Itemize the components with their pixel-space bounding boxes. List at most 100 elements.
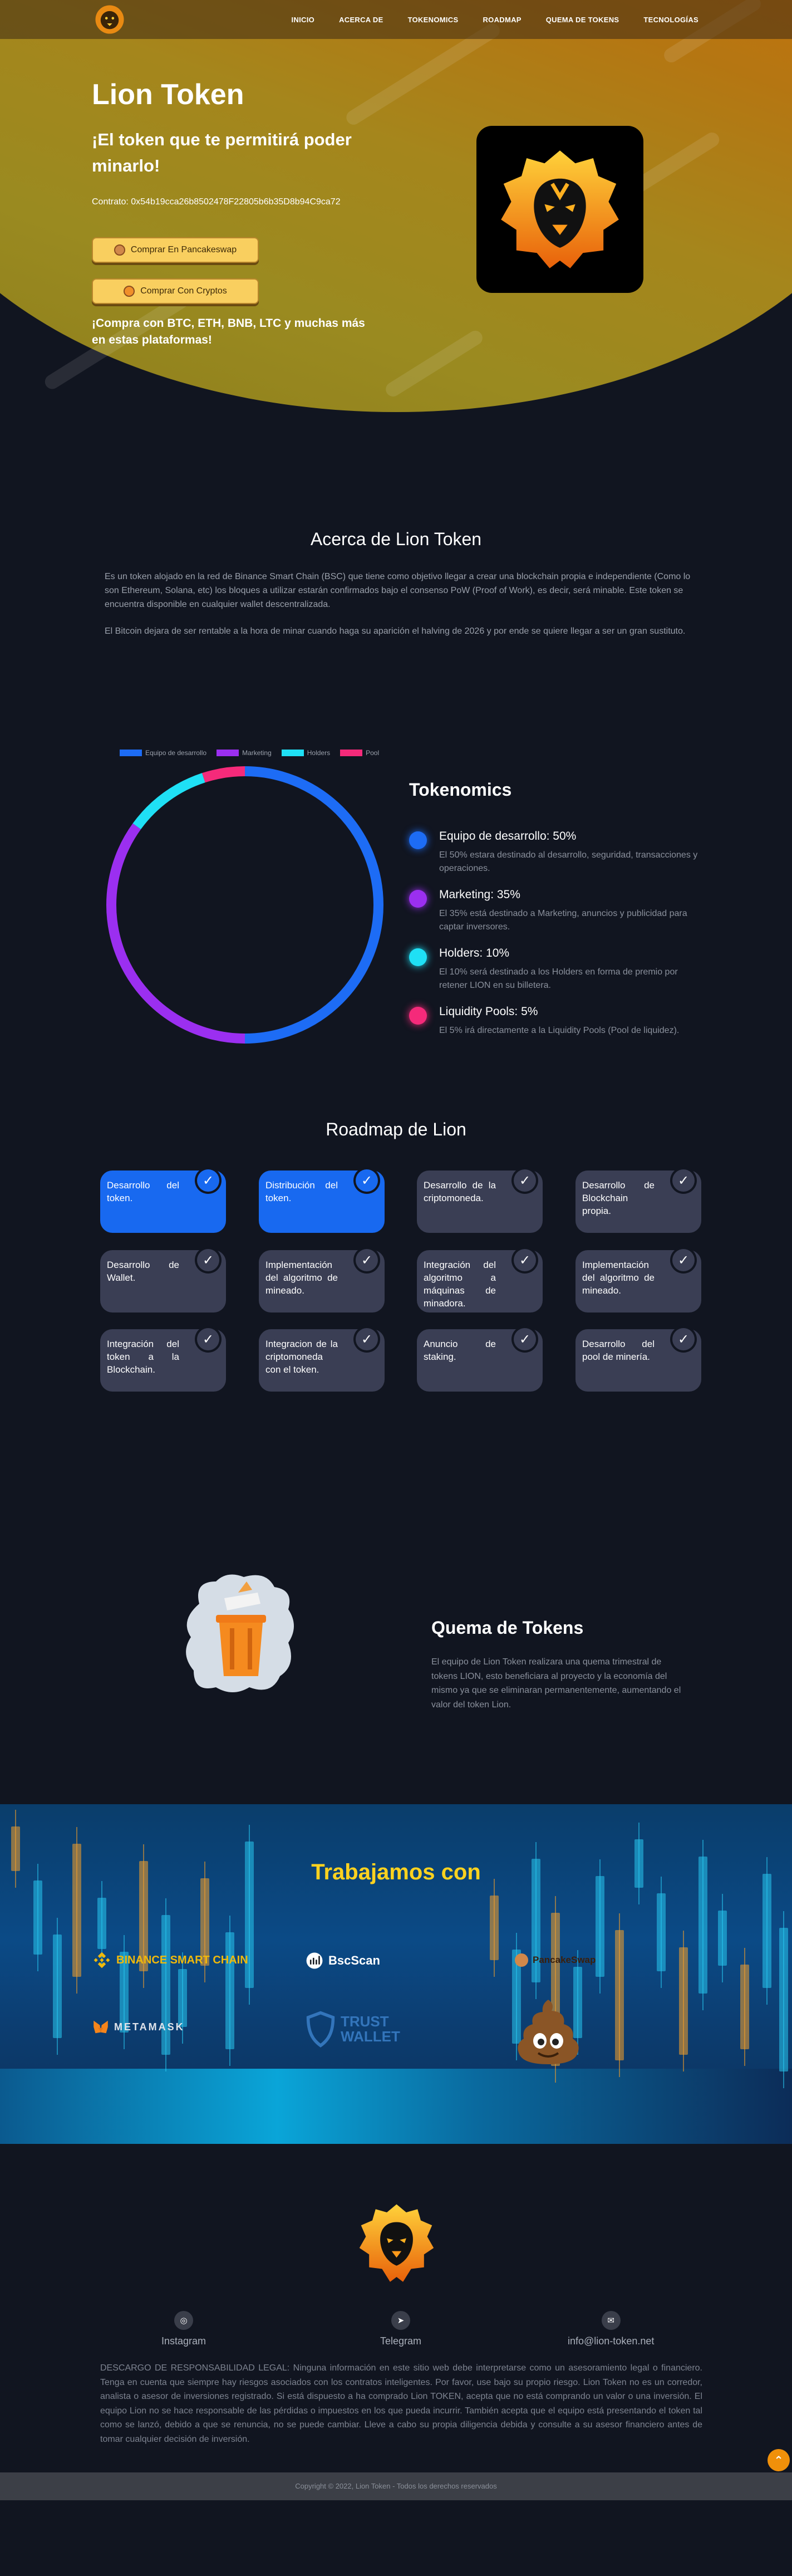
metamask-fox-icon <box>94 2020 108 2034</box>
legend-label: Equipo de desarrollo <box>145 749 207 757</box>
tokenomics-item-desc: El 35% está destinado a Marketing, anunc… <box>439 909 687 932</box>
metamask-logo[interactable]: METAMASK <box>92 2018 185 2036</box>
roadmap-card: Desarrollo de Blockchain propia. ✓ <box>575 1167 701 1233</box>
decor-candle <box>763 1874 771 1988</box>
decor-candle <box>679 1947 688 2055</box>
roadmap-card-label: Desarrollo del pool de minería. <box>582 1339 655 1362</box>
roadmap-card: Anuncio de staking. ✓ <box>417 1326 543 1392</box>
tokenomics-item-name: Equipo de desarrollo: 50% <box>439 830 577 843</box>
tokenomics-item-name: Marketing: 35% <box>439 888 520 901</box>
buy-pancakeswap-button[interactable]: Comprar En Pancakeswap <box>92 237 259 263</box>
about-title: Acerca de Lion Token <box>310 529 482 549</box>
binance-label: BINANCE SMART CHAIN <box>116 1953 248 1966</box>
nav-links: INICIO ACERCA DE TOKENOMICS ROADMAP QUEM… <box>267 0 698 39</box>
roadmap-card: Desarrollo del pool de minería. ✓ <box>575 1326 701 1392</box>
hero-section: Lion Token ¡El token que te permitirá po… <box>0 0 792 423</box>
instagram-link[interactable]: ◎ Instagram <box>161 2311 206 2347</box>
nav-link-inicio[interactable]: INICIO <box>292 16 315 24</box>
roadmap-card-label: Integración del token a la Blockchain. <box>107 1339 179 1375</box>
decor-candle <box>33 1880 42 1955</box>
roadmap-card-label: Desarrollo de Blockchain propia. <box>582 1180 655 1216</box>
roadmap-card: Desarrollo de la criptomoneda. ✓ <box>417 1167 543 1233</box>
email-label: info@lion-token.net <box>568 2335 655 2347</box>
hero-subtitle: ¡El token que te permitirá poder minarlo… <box>92 130 352 175</box>
lion-head-icon <box>501 150 619 268</box>
roadmap-card-label: Desarrollo de Wallet. <box>107 1260 179 1283</box>
nav-link-roadmap[interactable]: ROADMAP <box>483 16 521 24</box>
crypto-icon <box>124 286 135 297</box>
dot-icon <box>409 831 427 849</box>
nav-link-tecnologias[interactable]: TECNOLOGÍAS <box>643 16 698 24</box>
pancakeswap-label: PancakeSwap <box>533 1955 596 1965</box>
roadmap-card-label: Distribución del token. <box>265 1180 338 1203</box>
decor-candle <box>657 1893 666 1971</box>
buy-crypto-button[interactable]: Comprar Con Cryptos <box>92 278 259 304</box>
decor-candle <box>615 1930 624 2060</box>
nav-link-acerca[interactable]: ACERCA DE <box>339 16 383 24</box>
about-paragraph-2: El Bitcoin dejara de ser rentable a la h… <box>105 626 686 636</box>
donut-slice-1[interactable] <box>106 823 245 1044</box>
footer-lion-logo-icon <box>359 2204 434 2282</box>
instagram-label: Instagram <box>161 2335 206 2347</box>
trustwallet-label: TRUST WALLET <box>341 2012 400 2045</box>
decor-candle <box>718 1911 727 1966</box>
legend-swatch <box>217 750 239 756</box>
binance-logo[interactable]: BINANCE SMART CHAIN <box>92 1950 248 1970</box>
check-icon: ✓ <box>670 1167 697 1194</box>
decor-candle <box>490 1896 499 1960</box>
roadmap-card-label: Implementación del algoritmo de mineado. <box>582 1260 655 1296</box>
roadmap-card: Distribución del token. ✓ <box>259 1167 385 1233</box>
check-icon: ✓ <box>353 1247 380 1274</box>
nav-link-quema[interactable]: QUEMA DE TOKENS <box>546 16 619 24</box>
decor-candle <box>740 1965 749 2049</box>
metamask-label: METAMASK <box>114 2021 185 2033</box>
donut-slice-0[interactable] <box>244 766 383 1044</box>
legal-disclaimer: DESCARGO DE RESPONSABILIDAD LEGAL: Ningu… <box>100 2363 702 2444</box>
email-link[interactable]: ✉ info@lion-token.net <box>568 2311 654 2347</box>
telegram-label: Telegram <box>380 2335 422 2347</box>
dot-icon <box>409 948 427 966</box>
nav-link-tokenomics[interactable]: TOKENOMICS <box>408 16 459 24</box>
trustwallet-logo[interactable]: TRUST WALLET <box>305 2010 402 2048</box>
hero-logo <box>476 126 643 293</box>
check-icon: ✓ <box>511 1247 538 1274</box>
legend-item[interactable]: Holders <box>281 749 330 757</box>
bscscan-icon <box>306 1952 323 1969</box>
check-icon: ✓ <box>195 1167 222 1194</box>
roadmap-card-label: Desarrollo de la criptomoneda. <box>424 1180 496 1203</box>
decor-candle <box>596 1876 604 1977</box>
roadmap-card-label: Integración del algoritmo a máquinas de … <box>424 1260 496 1309</box>
chevron-up-icon: ⌃ <box>774 2454 784 2467</box>
bscscan-logo[interactable]: BscScan <box>305 1951 380 1970</box>
tokenomics-item-desc: El 10% será destinado a los Holders en f… <box>439 967 678 990</box>
tokenomics-item-desc: El 5% irá directamente a la Liquidity Po… <box>439 1026 680 1035</box>
legend-item[interactable]: Marketing <box>217 749 272 757</box>
check-icon: ✓ <box>511 1167 538 1194</box>
instagram-icon: ◎ <box>174 2311 194 2330</box>
legend-item[interactable]: Pool <box>340 749 379 757</box>
dot-icon <box>409 1007 427 1025</box>
legend-swatch <box>120 750 142 756</box>
decor-candle <box>53 1935 62 2038</box>
roadmap-title: Roadmap de Lion <box>326 1119 466 1139</box>
binance-icon <box>94 1952 110 1968</box>
footer: ◎ Instagram ➤ Telegram ✉ info@lion-token… <box>0 2144 792 2500</box>
roadmap-card-label: Desarrollo del token. <box>107 1180 179 1203</box>
roadmap-card-label: Integracion de la criptomoneda con el to… <box>265 1339 338 1375</box>
check-icon: ✓ <box>353 1326 380 1353</box>
legend-label: Marketing <box>242 749 272 757</box>
scroll-to-top-button[interactable]: ⌃ <box>768 2449 790 2471</box>
chart-legend: Equipo de desarrollo Marketing Holders P… <box>120 749 379 757</box>
donut-slice-3[interactable] <box>202 766 245 783</box>
tokenomics-title: Tokenomics <box>409 780 512 800</box>
check-icon: ✓ <box>195 1247 222 1274</box>
lion-logo-icon[interactable] <box>94 3 126 36</box>
telegram-link[interactable]: ➤ Telegram <box>380 2311 421 2347</box>
check-icon: ✓ <box>511 1326 538 1353</box>
check-icon: ✓ <box>670 1247 697 1274</box>
legend-item[interactable]: Equipo de desarrollo <box>120 749 206 757</box>
roadmap-card-label: Anuncio de staking. <box>424 1339 496 1362</box>
pancakeswap-logo[interactable]: PancakeSwap <box>515 1953 596 1967</box>
donut-slice-2[interactable] <box>132 773 205 830</box>
legend-swatch <box>340 750 363 756</box>
